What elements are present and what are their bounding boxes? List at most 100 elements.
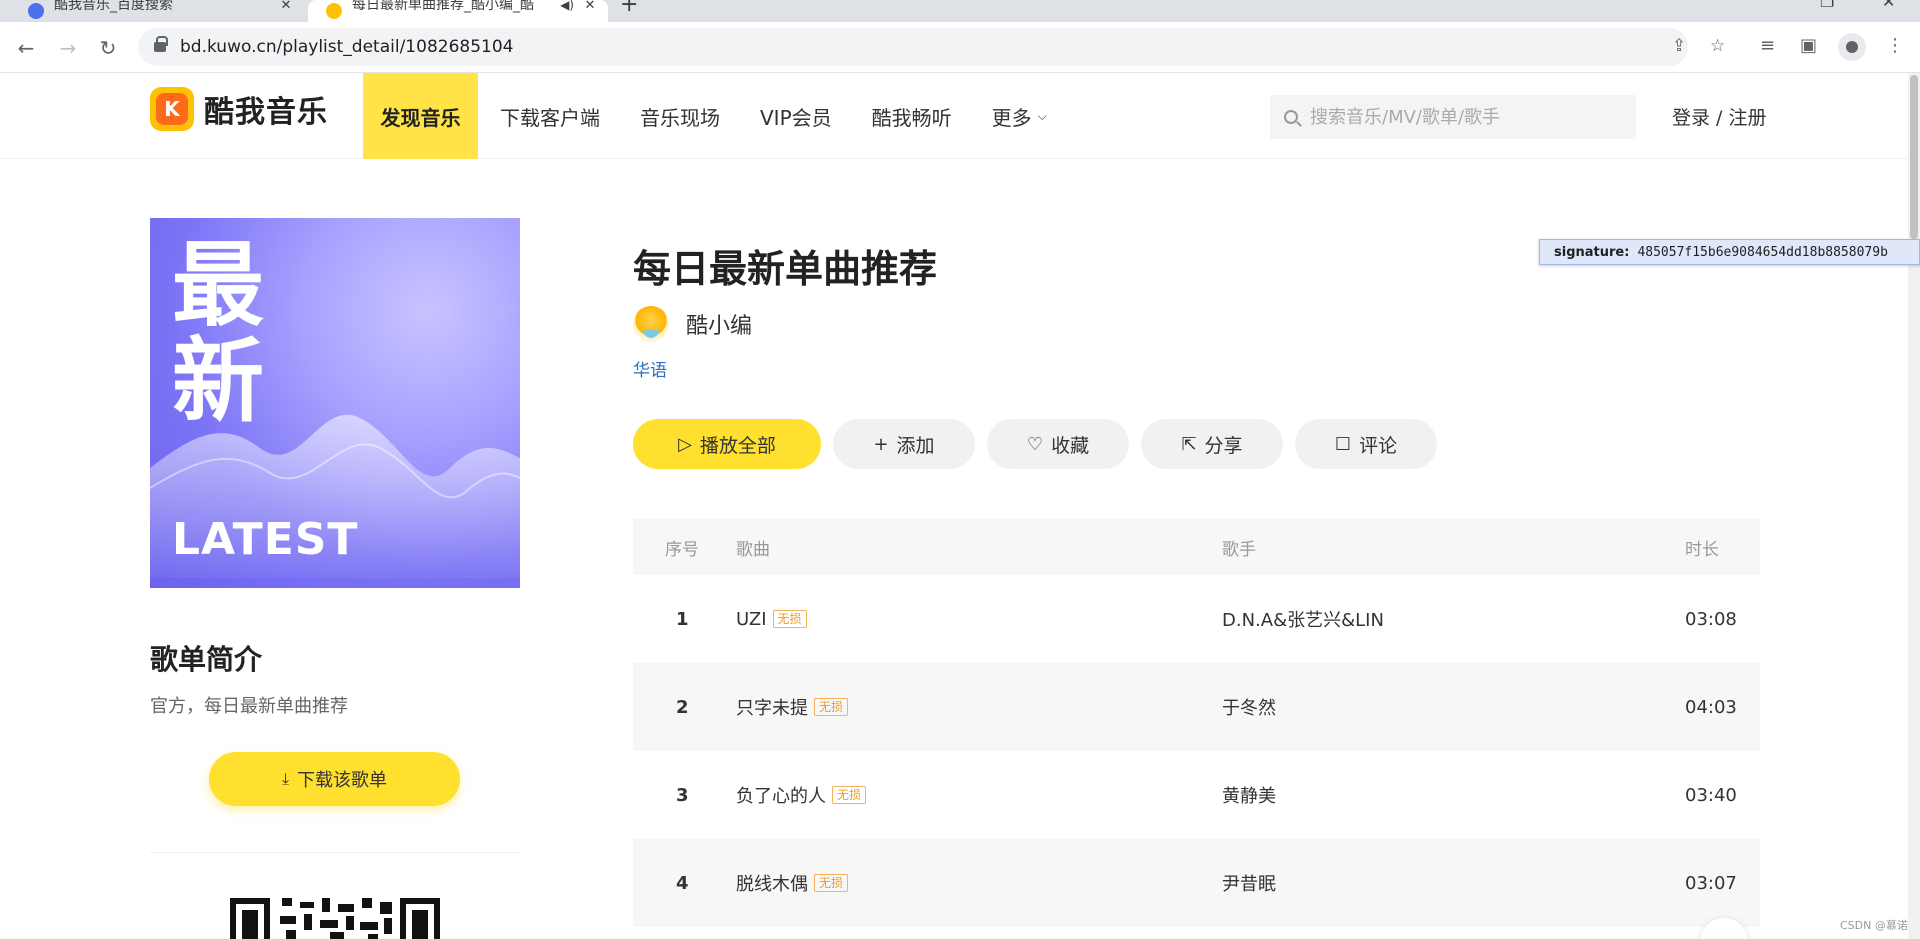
close-window-icon[interactable]: ✕ (1882, 0, 1895, 11)
share-page-icon[interactable]: ⇪ (1672, 36, 1686, 56)
download-playlist-button[interactable]: ⤓ 下载该歌单 (209, 752, 460, 806)
url-text[interactable]: bd.kuwo.cn/playlist_detail/1082685104 (180, 37, 513, 57)
share-icon: ⇱ (1181, 433, 1197, 455)
nav-vip[interactable]: VIP会员 (740, 73, 852, 159)
playlist-title: 每日最新单曲推荐 (633, 247, 938, 291)
kuwo-favicon-icon (326, 3, 342, 19)
playlist-creator[interactable]: 酷小编 (633, 306, 752, 342)
table-row[interactable]: 3 负了心的人 无损 黄静美 03:40 (633, 751, 1760, 839)
intro-description: 官方，每日最新单曲推荐 (150, 696, 348, 717)
collect-button[interactable]: ♡ 收藏 (987, 419, 1129, 469)
lock-icon[interactable] (154, 36, 168, 52)
row-index: 2 (676, 696, 689, 718)
media-control-icon[interactable]: ≡ (1760, 35, 1775, 56)
tab-title: 酷我音乐_百度搜索 (54, 0, 173, 13)
cover-text-line1: 最 (172, 232, 265, 339)
bookmark-star-icon[interactable]: ☆ (1710, 36, 1725, 56)
nav-more[interactable]: 更多 ⌵ (972, 73, 1067, 159)
row-artist[interactable]: 黄静美 (1222, 782, 1276, 808)
cover-latest-text: LATEST (172, 514, 359, 565)
signature-value: 485057f15b6e9084654dd18b8858079b (1637, 244, 1888, 260)
add-label: 添加 (896, 434, 935, 457)
search-input[interactable] (1310, 106, 1610, 128)
nav-live[interactable]: 音乐现场 (620, 73, 740, 159)
browser-tab-baidu[interactable]: 酷我音乐_百度搜索 ✕ (8, 0, 304, 22)
watermark: CSDN @慕诺 (1840, 919, 1908, 932)
row-index: 4 (676, 872, 689, 894)
site-header: K 酷我音乐 发现音乐 下载客户端 音乐现场 VIP会员 酷我畅听 更多 ⌵ 登… (0, 73, 1920, 159)
logo-text: 酷我音乐 (204, 95, 328, 130)
row-artist[interactable]: D.N.A&张艺兴&LIN (1222, 606, 1384, 632)
audio-playing-icon[interactable]: ◀) (560, 0, 574, 12)
plus-icon: + (873, 433, 889, 455)
collect-label: 收藏 (1051, 434, 1090, 457)
creator-name[interactable]: 酷小编 (686, 308, 752, 340)
row-song[interactable]: 负了心的人 无损 (736, 782, 867, 808)
avatar[interactable] (633, 306, 669, 342)
comment-label: 评论 (1359, 434, 1398, 457)
share-button[interactable]: ⇱ 分享 (1141, 419, 1283, 469)
tab-close-icon[interactable]: ✕ (580, 0, 600, 13)
new-tab-button[interactable]: + (620, 0, 638, 17)
row-artist[interactable]: 于冬然 (1222, 694, 1276, 720)
tab-title: 每日最新单曲推荐_酷小编_酷 (352, 0, 534, 13)
add-button[interactable]: + 添加 (833, 419, 975, 469)
comment-icon: ☐ (1334, 433, 1352, 455)
nav-more-label: 更多 (991, 105, 1032, 130)
header-song: 歌曲 (736, 539, 770, 560)
browser-tab-kuwo[interactable]: 每日最新单曲推荐_酷小编_酷 ◀) ✕ (308, 0, 608, 22)
nav-listen[interactable]: 酷我畅听 (852, 73, 972, 159)
signature-key: signature: (1554, 244, 1630, 260)
profile-avatar-icon[interactable] (1838, 33, 1866, 61)
header-index: 序号 (665, 539, 699, 560)
divider (150, 852, 520, 853)
row-artist[interactable]: 尹昔眠 (1222, 870, 1276, 896)
kuwo-logo[interactable]: K 酷我音乐 (150, 87, 328, 131)
row-duration: 03:40 (1685, 784, 1737, 806)
kuwo-logo-icon: K (150, 87, 194, 131)
browser-toolbar: ← → ↻ bd.kuwo.cn/playlist_detail/1082685… (0, 22, 1920, 73)
song-title[interactable]: 脱线木偶 (736, 870, 808, 896)
table-row[interactable]: 1 UZI 无损 D.N.A&张艺兴&LIN 03:08 (633, 575, 1760, 663)
browser-tab-strip: 酷我音乐_百度搜索 ✕ 每日最新单曲推荐_酷小编_酷 ◀) ✕ + ❐ ✕ (0, 0, 1920, 22)
forward-button[interactable]: → (52, 32, 84, 64)
back-button[interactable]: ← (10, 32, 42, 64)
tab-close-icon[interactable]: ✕ (276, 0, 296, 13)
table-row[interactable]: 4 脱线木偶 无损 尹昔眠 03:07 (633, 839, 1760, 927)
download-icon: ⤓ (281, 769, 290, 788)
table-row[interactable]: 2 只字未提 无损 于冬然 04:03 (633, 663, 1760, 751)
song-title[interactable]: 负了心的人 (736, 782, 826, 808)
row-duration: 03:08 (1685, 608, 1737, 630)
row-song[interactable]: 只字未提 无损 (736, 694, 849, 720)
lossless-badge: 无损 (832, 786, 867, 804)
address-bar[interactable]: bd.kuwo.cn/playlist_detail/1082685104 ⇪ … (138, 28, 1725, 66)
page-scrollbar[interactable] (1908, 73, 1920, 939)
lossless-badge: 无损 (814, 874, 849, 892)
comment-button[interactable]: ☐ 评论 (1295, 419, 1437, 469)
restore-window-icon[interactable]: ❐ (1820, 0, 1834, 11)
intro-title: 歌单简介 (150, 643, 263, 676)
heart-icon: ♡ (1026, 433, 1044, 455)
qr-code-image (230, 898, 440, 939)
reload-button[interactable]: ↻ (92, 32, 124, 64)
song-title[interactable]: UZI (736, 609, 767, 630)
baidu-favicon-icon (28, 3, 44, 19)
search-icon[interactable] (1284, 110, 1298, 124)
row-song[interactable]: UZI 无损 (736, 609, 807, 630)
scrollbar-thumb[interactable] (1910, 75, 1918, 239)
nav-discover[interactable]: 发现音乐 (363, 73, 478, 159)
header-duration: 时长 (1685, 539, 1719, 560)
row-index: 1 (676, 608, 689, 630)
side-panel-icon[interactable]: ▣ (1800, 35, 1817, 56)
playlist-cover: 最 新 LATEST (150, 218, 520, 588)
row-duration: 04:03 (1685, 696, 1737, 718)
playlist-tag[interactable]: 华语 (633, 356, 667, 381)
login-register-link[interactable]: 登录 / 注册 (1672, 103, 1766, 130)
row-song[interactable]: 脱线木偶 无损 (736, 870, 849, 896)
playlist-actions: ▷ 播放全部 + 添加 ♡ 收藏 ⇱ 分享 ☐ 评论 (633, 419, 1449, 469)
browser-menu-icon[interactable]: ⋮ (1886, 35, 1904, 56)
nav-download-client[interactable]: 下载客户端 (480, 73, 620, 159)
row-index: 3 (676, 784, 689, 806)
song-title[interactable]: 只字未提 (736, 694, 808, 720)
play-all-button[interactable]: ▷ 播放全部 (633, 419, 821, 469)
